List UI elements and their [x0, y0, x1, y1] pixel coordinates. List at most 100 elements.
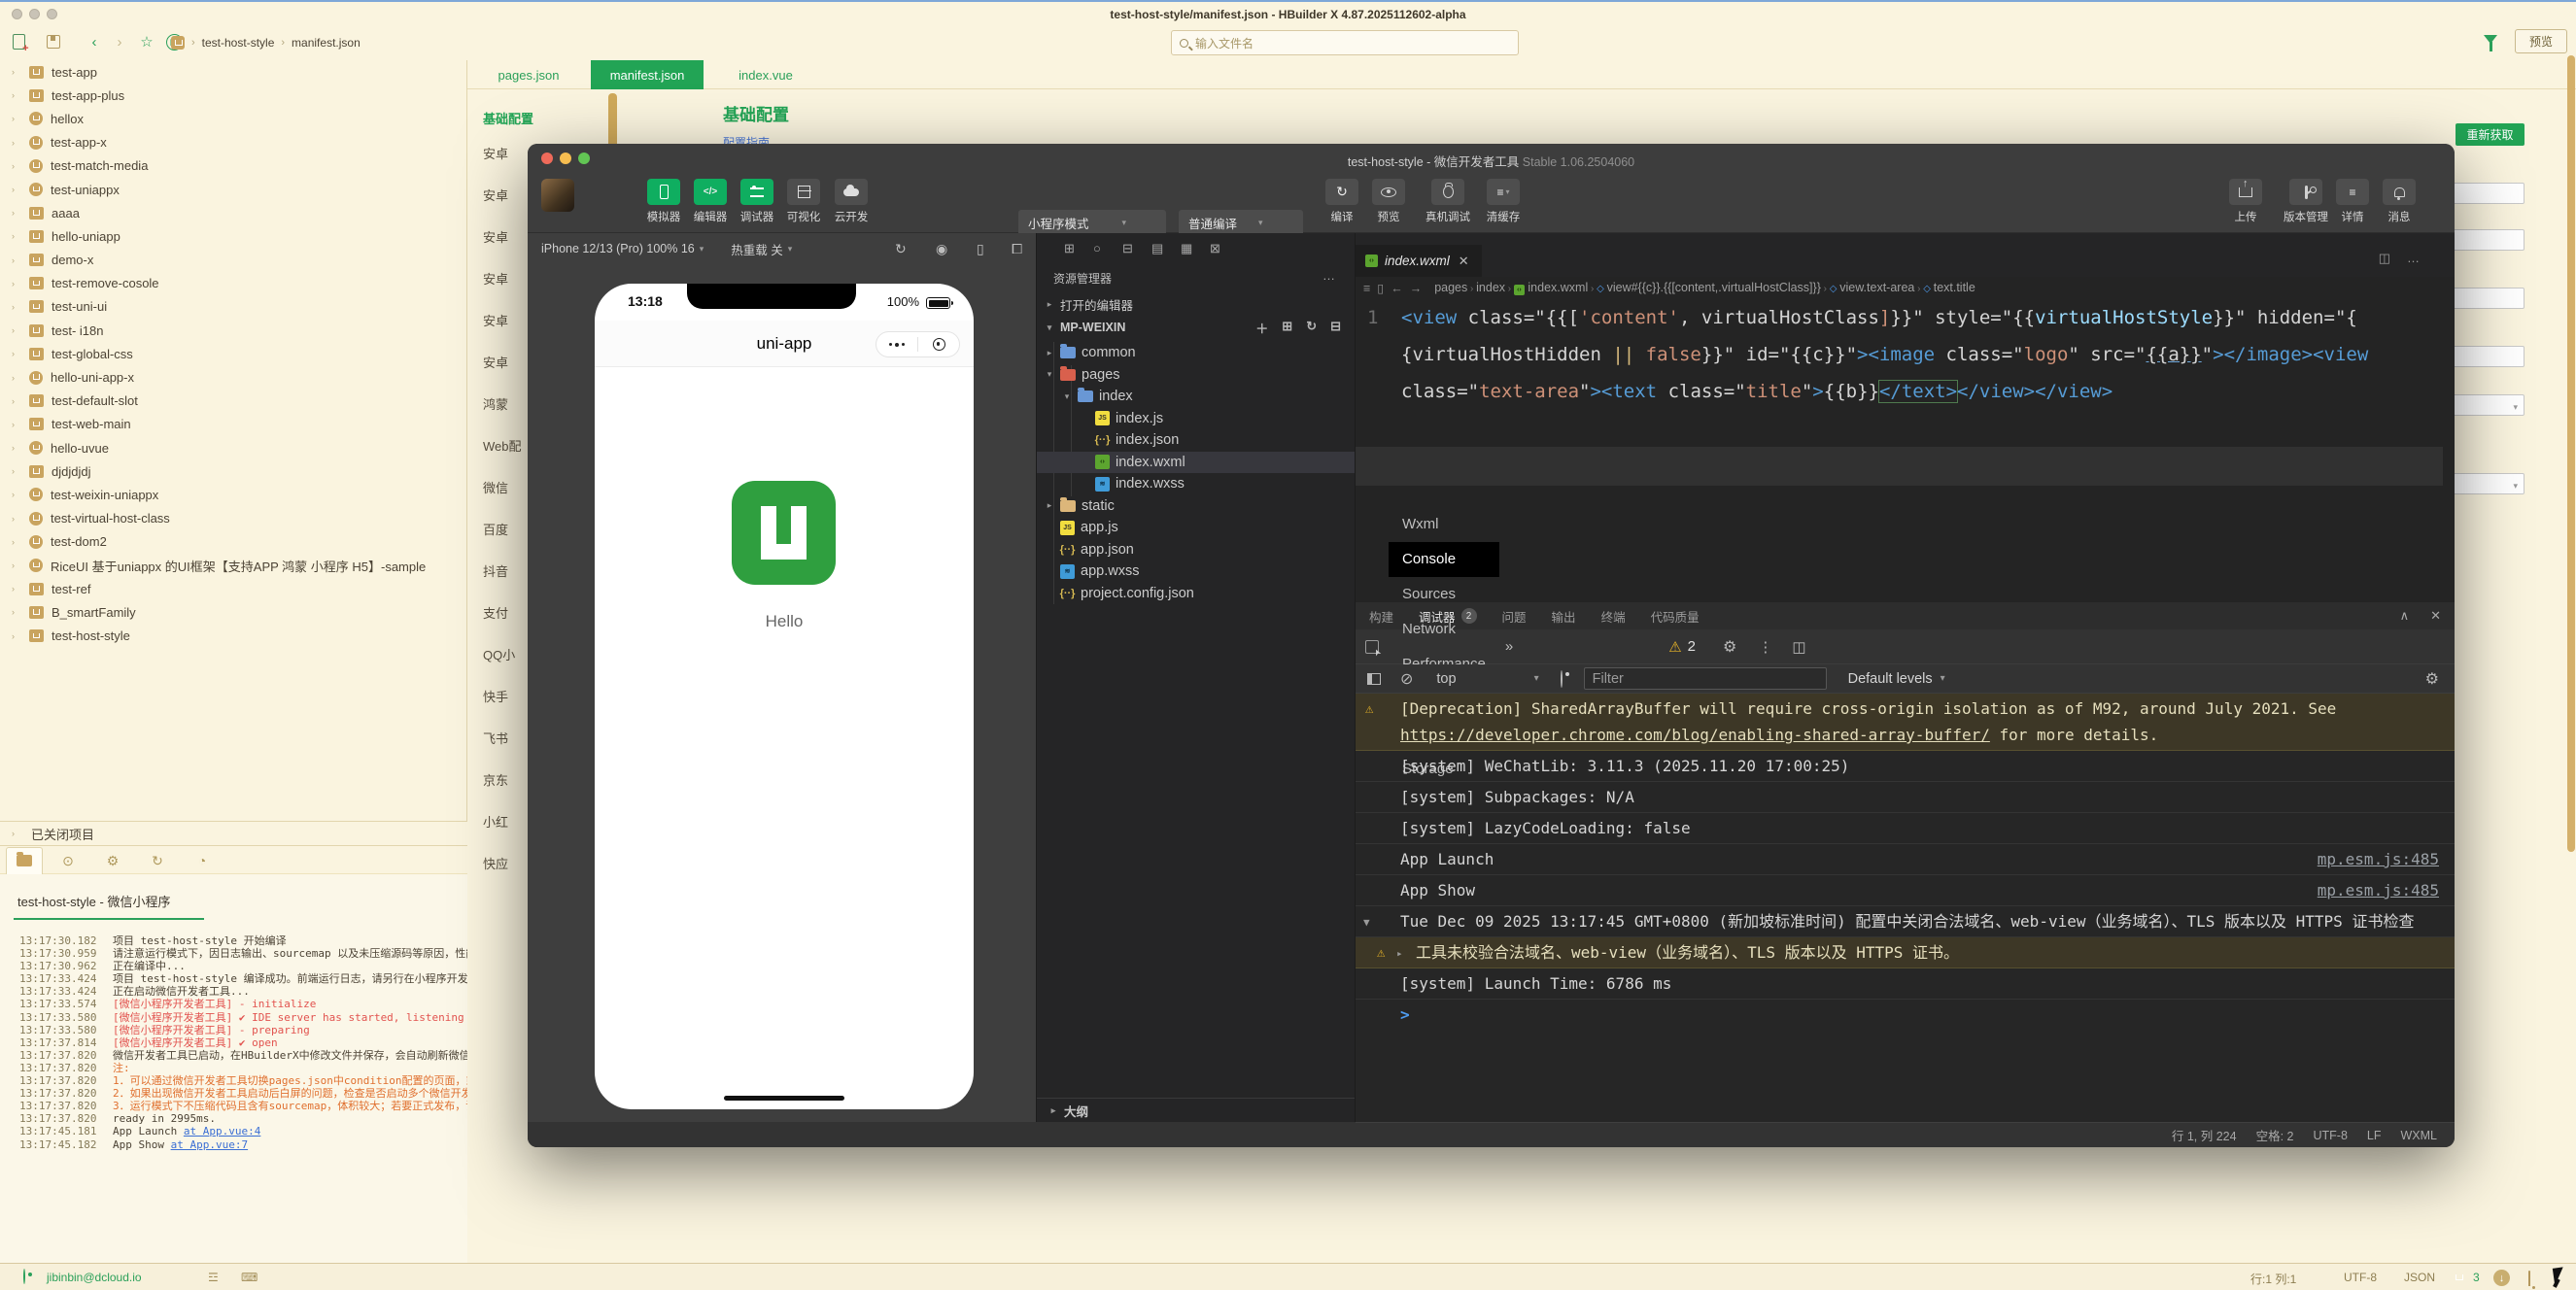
- device-select[interactable]: iPhone 12/13 (Pro) 100% 16: [541, 242, 695, 255]
- levels-select[interactable]: Default levels: [1848, 671, 1933, 687]
- stop-icon[interactable]: ◉: [936, 241, 947, 257]
- console-sidebar-icon[interactable]: [1367, 673, 1381, 685]
- project-tree-item[interactable]: ›test-ref: [0, 577, 466, 600]
- explorer-item-static[interactable]: ▸static: [1037, 495, 1355, 518]
- devtools-settings-icon[interactable]: ⚙: [1723, 637, 1736, 657]
- project-tree-item[interactable]: ›test-virtual-host-class: [0, 507, 466, 530]
- split-editor-icon[interactable]: ◫: [2379, 251, 2390, 266]
- project-tree-item[interactable]: ›test-match-media: [0, 154, 466, 178]
- project-tree-item[interactable]: ›test-uniappx: [0, 178, 466, 201]
- user-icon[interactable]: [23, 1270, 25, 1283]
- code-editor[interactable]: 1 <view class="{{['content', virtualHost…: [1356, 299, 2455, 602]
- root-folder-section[interactable]: ▾ MP-WEIXIN ＋ ⊞ ↻ ⊟: [1037, 317, 1355, 338]
- editor-tab-index-wxml[interactable]: ‹› index.wxml ✕: [1356, 245, 1482, 277]
- back-icon[interactable]: ‹: [84, 31, 105, 52]
- refresh-explorer-icon[interactable]: ↻: [1306, 319, 1317, 337]
- project-tree-item[interactable]: ›test-uni-ui: [0, 295, 466, 319]
- breadcrumb-project[interactable]: test-host-style: [202, 36, 275, 50]
- closed-projects-row[interactable]: › 已关闭项目: [0, 821, 467, 846]
- filter-input[interactable]: Filter: [1584, 667, 1827, 690]
- panel-tab-问题[interactable]: 问题: [1502, 607, 1527, 626]
- refetch-button[interactable]: 重新获取: [2456, 123, 2524, 146]
- 详情-button[interactable]: ≡详情: [2329, 179, 2376, 224]
- source-link[interactable]: mp.esm.js:485: [2318, 877, 2439, 903]
- project-tree-item[interactable]: ›RiceUI 基于uniappx 的UI框架【支持APP 鸿蒙 小程序 H5】…: [0, 554, 466, 577]
- browser-preview-button[interactable]: 预览: [2515, 29, 2567, 53]
- explorer-item-app.js[interactable]: JSapp.js: [1037, 517, 1355, 539]
- project-tree-item[interactable]: ›test-app-plus: [0, 84, 466, 107]
- warning-icon[interactable]: ⚠: [1668, 638, 1681, 656]
- eye-icon[interactable]: [1561, 671, 1563, 687]
- 编译-button[interactable]: ↻编译: [1319, 179, 1365, 224]
- close-tab-icon[interactable]: ✕: [1459, 254, 1469, 269]
- search-input[interactable]: 输入文件名: [1171, 30, 1519, 55]
- log-link[interactable]: at App.vue:7: [171, 1138, 248, 1151]
- refresh-icon[interactable]: ↻: [895, 241, 907, 257]
- outline-section[interactable]: ▸ 大纲: [1037, 1098, 1355, 1122]
- terminal-icon[interactable]: ⌨: [241, 1271, 258, 1284]
- tab-pages.json[interactable]: pages.json: [482, 60, 575, 89]
- project-tree-item[interactable]: ›hello-uvue: [0, 436, 466, 459]
- dock-side-icon[interactable]: ◫: [1792, 638, 1805, 656]
- multi-window-icon[interactable]: ⧠: [1012, 241, 1022, 257]
- explorer-item-app.wxss[interactable]: ≋app.wxss: [1037, 560, 1355, 583]
- copy-icon[interactable]: ⊞: [1064, 241, 1075, 256]
- 消息-button[interactable]: 消息: [2376, 179, 2422, 224]
- project-tree-item[interactable]: ›test-dom2: [0, 530, 466, 554]
- eol-label[interactable]: LF: [2367, 1129, 2382, 1142]
- breadcrumb[interactable]: › test-host-style › manifest.json: [171, 34, 361, 51]
- filetype-label[interactable]: JSON: [2404, 1271, 2435, 1284]
- compile-select[interactable]: 普通编译▾: [1179, 210, 1303, 236]
- debug-panel-icon[interactable]: ⚙: [103, 851, 122, 870]
- open-editors-section[interactable]: ▸ 打开的编辑器: [1037, 293, 1355, 315]
- panel-tab-终端[interactable]: 终端: [1601, 607, 1626, 626]
- search-icon[interactable]: ○: [1093, 241, 1101, 255]
- 清缓存-button[interactable]: ≡▾清缓存: [1480, 179, 1527, 224]
- explorer-item-app.json[interactable]: {··}app.json: [1037, 539, 1355, 561]
- clear-console-icon[interactable]: ⊘: [1400, 669, 1413, 689]
- encoding-label[interactable]: UTF-8: [2344, 1271, 2377, 1284]
- 真机调试-button[interactable]: 真机调试: [1419, 179, 1477, 224]
- project-tree-item[interactable]: ›test-weixin-uniappx: [0, 483, 466, 506]
- avatar[interactable]: [541, 179, 574, 212]
- hot-reload-select[interactable]: 热重载 关: [731, 240, 782, 258]
- 上传-button[interactable]: 上传: [2222, 179, 2269, 224]
- refresh-panel-icon[interactable]: ↻: [148, 851, 167, 870]
- explorer-item-common[interactable]: ▸common: [1037, 342, 1355, 364]
- new-file-icon[interactable]: [8, 31, 29, 52]
- project-tree-item[interactable]: ›B_smartFamily: [0, 600, 466, 624]
- project-tree-item[interactable]: ›test-host-style: [0, 625, 466, 648]
- breadcrumb-file[interactable]: manifest.json: [292, 36, 361, 50]
- breadcrumb-item[interactable]: pages: [1434, 281, 1467, 294]
- phone-simulator[interactable]: 13:18 100% uni-app: [595, 284, 974, 1109]
- devtools-tab-Sources[interactable]: Sources: [1389, 577, 1499, 612]
- close-panel-icon[interactable]: ✕: [2430, 608, 2441, 624]
- expander-icon[interactable]: ▸: [1396, 940, 1403, 967]
- grid-icon[interactable]: ▤: [1151, 241, 1163, 256]
- cursor-position[interactable]: 行 1, 列 224: [2172, 1126, 2237, 1144]
- explorer-more-icon[interactable]: …: [1322, 268, 1337, 283]
- editor-more-icon[interactable]: …: [2407, 251, 2420, 265]
- project-tree-item[interactable]: ›hello-uni-app-x: [0, 365, 466, 389]
- 预览-button[interactable]: 预览: [1365, 179, 1412, 224]
- project-tree-item[interactable]: ›test-default-slot: [0, 390, 466, 413]
- new-folder-icon[interactable]: ⊞: [1282, 319, 1292, 337]
- breadcrumb-item[interactable]: view.text-area: [1839, 281, 1914, 294]
- explorer-item-index.wxss[interactable]: ≋index.wxss: [1037, 473, 1355, 495]
- download-icon[interactable]: ↓: [2493, 1270, 2510, 1286]
- project-tree-item[interactable]: ›aaaa: [0, 201, 466, 224]
- list-icon[interactable]: ☲: [208, 1271, 219, 1284]
- console-group-message[interactable]: ▼Tue Dec 09 2025 13:17:45 GMT+0800 (新加坡标…: [1356, 906, 2455, 937]
- explorer-item-index.js[interactable]: JSindex.js: [1037, 408, 1355, 430]
- console-settings-icon[interactable]: ⚙: [2425, 669, 2439, 689]
- context-select[interactable]: top: [1436, 671, 1456, 687]
- capsule-more-icon[interactable]: [876, 332, 917, 356]
- project-tree-item[interactable]: ›test-remove-cosole: [0, 272, 466, 295]
- project-tree-item[interactable]: ›test-web-main: [0, 413, 466, 436]
- nav-forward-icon[interactable]: →: [1410, 282, 1423, 295]
- cursor-position[interactable]: 行:1 列:1: [2250, 1271, 2296, 1287]
- capsule-close-icon[interactable]: [918, 332, 959, 356]
- console-warning-child[interactable]: ⚠▸工具未校验合法域名、web-view（业务域名）、TLS 版本以及 HTTP…: [1356, 937, 2455, 968]
- panel-tab-代码质量[interactable]: 代码质量: [1651, 607, 1700, 626]
- inspect-element-icon[interactable]: [1365, 640, 1379, 654]
